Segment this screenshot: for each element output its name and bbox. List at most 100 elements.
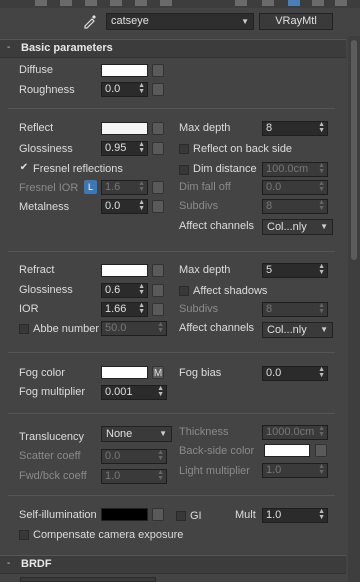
spinner-arrows-icon[interactable]: ▲ ▼ <box>318 200 325 212</box>
spinner-arrows-icon[interactable]: ▲ ▼ <box>138 284 145 296</box>
reflect-subdivs-spinner[interactable]: 8 ▲ ▼ <box>262 199 328 214</box>
dim-distance-checkbox[interactable] <box>179 165 189 175</box>
top-icon-strip <box>0 0 360 8</box>
reflect-backside-checkbox[interactable] <box>179 144 189 154</box>
spinner-arrows-icon[interactable]: ▲ ▼ <box>318 367 325 379</box>
fog-color-swatch[interactable] <box>101 366 148 379</box>
dim-falloff-spinner[interactable]: 0.0 ▲ ▼ <box>262 180 328 195</box>
roughness-spinner[interactable]: 0.0 ▲ ▼ <box>101 82 148 97</box>
scatter-coeff-label: Scatter coeff <box>19 450 81 462</box>
spinner-arrows-icon[interactable]: ▲ ▼ <box>157 322 164 334</box>
spinner-arrows-icon[interactable]: ▲ ▼ <box>157 386 164 398</box>
light-multiplier-spinner[interactable]: 1.0 ▲ ▼ <box>262 463 328 478</box>
toolbar-icon[interactable] <box>135 0 147 6</box>
translucency-dropdown[interactable]: None ▼ <box>101 426 172 442</box>
self-illumination-color-swatch[interactable] <box>101 508 148 521</box>
spinner-arrows-icon[interactable]: ▲ ▼ <box>318 509 325 521</box>
spinner-arrows-icon[interactable]: ▲ ▼ <box>318 464 325 476</box>
dim-distance-spinner[interactable]: 100.0cm ▲ ▼ <box>262 162 328 177</box>
rollout-basic-parameters[interactable]: - Basic parameters <box>0 39 346 58</box>
affect-shadows-checkbox[interactable] <box>179 286 189 296</box>
gi-checkbox[interactable] <box>176 511 186 521</box>
spinner-arrows-icon[interactable]: ▲ ▼ <box>138 303 145 315</box>
fresnel-ior-map-button[interactable] <box>152 181 164 194</box>
spinner-arrows-icon[interactable]: ▲ ▼ <box>138 83 145 95</box>
diffuse-map-button[interactable] <box>152 64 164 77</box>
refract-glossiness-spinner[interactable]: 0.6 ▲ ▼ <box>101 283 148 298</box>
refract-affect-channels-dropdown[interactable]: Col...nly ▼ <box>262 322 333 338</box>
fresnel-ior-spinner[interactable]: 1.6 ▲ ▼ <box>101 180 148 195</box>
spinner-arrows-icon[interactable]: ▲ ▼ <box>318 163 325 175</box>
chevron-down-icon: ▼ <box>320 325 328 334</box>
refract-glossiness-label: Glossiness <box>19 284 73 296</box>
fog-multiplier-spinner[interactable]: 0.001 ▲ ▼ <box>101 385 167 400</box>
gi-label: GI <box>190 510 202 522</box>
fwd-bck-coeff-spinner[interactable]: 1.0 ▲ ▼ <box>101 469 167 484</box>
toolbar-icon[interactable] <box>85 0 97 6</box>
collapse-icon: - <box>7 558 11 569</box>
reflect-glossiness-spinner[interactable]: 0.95 ▲ ▼ <box>101 141 148 156</box>
toolbar-icon[interactable] <box>312 0 324 6</box>
fresnel-ior-lock-button[interactable]: L <box>84 180 97 194</box>
eyedropper-icon[interactable] <box>82 13 98 29</box>
metalness-spinner[interactable]: 0.0 ▲ ▼ <box>101 199 148 214</box>
ior-map-button[interactable] <box>152 303 164 316</box>
refract-subdivs-spinner[interactable]: 8 ▲ ▼ <box>262 302 328 317</box>
reflect-glossiness-map-button[interactable] <box>152 142 164 155</box>
refract-max-depth-label: Max depth <box>179 264 231 276</box>
scrollbar-thumb[interactable] <box>351 40 357 260</box>
self-illumination-label: Self-illumination <box>19 509 97 521</box>
divider <box>8 352 335 353</box>
spinner-arrows-icon[interactable]: ▲ ▼ <box>157 450 164 462</box>
refract-glossiness-map-button[interactable] <box>152 284 164 297</box>
toolbar-icon[interactable] <box>160 0 172 6</box>
scatter-coeff-spinner[interactable]: 0.0 ▲ ▼ <box>101 449 167 464</box>
toolbar-icon-active[interactable] <box>288 0 300 6</box>
material-type-button[interactable]: VRayMtl <box>259 13 333 30</box>
toolbar-icon[interactable] <box>262 0 274 6</box>
scrollbar-track[interactable] <box>348 36 360 582</box>
refract-affect-channels-label: Affect channels <box>179 322 255 334</box>
abbe-spinner[interactable]: 50.0 ▲ ▼ <box>101 321 167 336</box>
spinner-arrows-icon[interactable]: ▲ ▼ <box>318 122 325 134</box>
spinner-arrows-icon[interactable]: ▲ ▼ <box>318 264 325 276</box>
spinner-arrows-icon[interactable]: ▲ ▼ <box>318 181 325 193</box>
roughness-map-button[interactable] <box>152 83 164 96</box>
thickness-spinner[interactable]: 1000.0cm ▲ ▼ <box>262 425 328 440</box>
reflect-map-button[interactable] <box>152 122 164 135</box>
reflect-affect-channels-dropdown[interactable]: Col...nly ▼ <box>262 219 333 235</box>
compensate-exposure-checkbox[interactable] <box>19 530 29 540</box>
spinner-arrows-icon[interactable]: ▲ ▼ <box>138 142 145 154</box>
toolbar-icon[interactable] <box>60 0 72 6</box>
fog-color-map-button[interactable]: M <box>152 366 164 379</box>
ior-spinner[interactable]: 1.66 ▲ ▼ <box>101 302 148 317</box>
reflect-subdivs-label: Subdivs <box>179 200 219 212</box>
refract-max-depth-spinner[interactable]: 5 ▲ ▼ <box>262 263 328 278</box>
spinner-arrows-icon[interactable]: ▲ ▼ <box>318 303 325 315</box>
toolbar-icon[interactable] <box>335 0 347 6</box>
fresnel-checkbox[interactable]: ✔ <box>19 163 29 174</box>
backside-color-map-button[interactable] <box>315 444 327 457</box>
toolbar-icon[interactable] <box>235 0 247 6</box>
rollout-brdf[interactable]: - BRDF <box>0 555 346 574</box>
reflect-color-swatch[interactable] <box>101 122 148 135</box>
mult-spinner[interactable]: 1.0 ▲ ▼ <box>262 508 328 523</box>
mult-label: Mult <box>235 509 256 521</box>
metalness-map-button[interactable] <box>152 200 164 213</box>
self-illumination-map-button[interactable] <box>152 508 164 521</box>
spinner-arrows-icon[interactable]: ▲ ▼ <box>157 470 164 482</box>
toolbar-icon[interactable] <box>35 0 47 6</box>
spinner-arrows-icon[interactable]: ▲ ▼ <box>138 181 145 193</box>
thickness-label: Thickness <box>179 426 229 438</box>
backside-color-swatch[interactable] <box>264 444 310 457</box>
reflect-max-depth-spinner[interactable]: 8 ▲ ▼ <box>262 121 328 136</box>
refract-map-button[interactable] <box>152 264 164 277</box>
material-name-field[interactable]: catseye ▼ <box>106 13 254 30</box>
diffuse-color-swatch[interactable] <box>101 64 148 77</box>
spinner-arrows-icon[interactable]: ▲ ▼ <box>138 200 145 212</box>
refract-color-swatch[interactable] <box>101 264 148 277</box>
spinner-arrows-icon[interactable]: ▲ ▼ <box>318 426 325 438</box>
abbe-checkbox[interactable] <box>19 324 29 334</box>
fog-bias-spinner[interactable]: 0.0 ▲ ▼ <box>262 366 328 381</box>
toolbar-icon[interactable] <box>110 0 122 6</box>
